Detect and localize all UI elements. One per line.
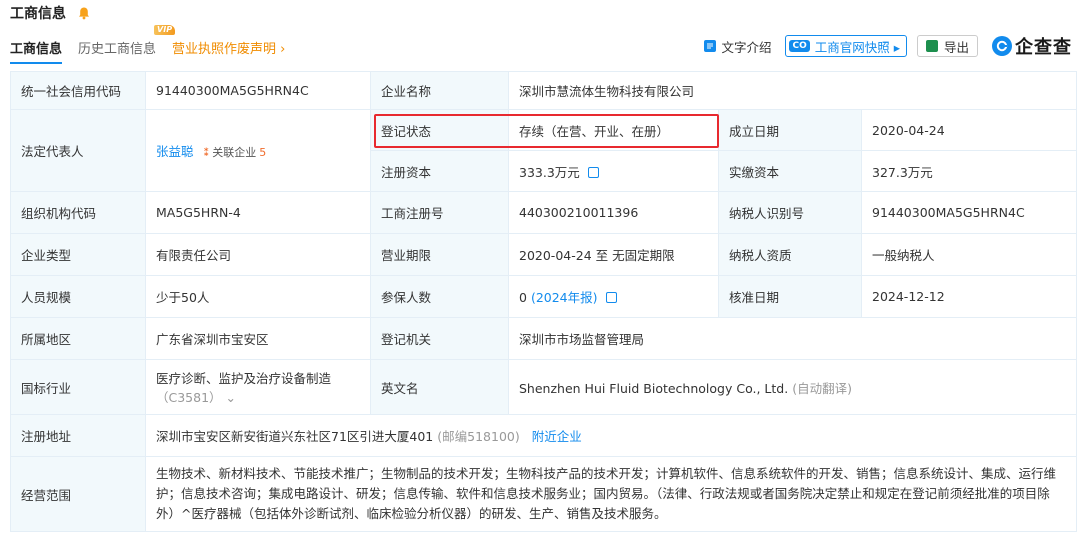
credit-code-label: 统一社会信用代码 [10, 71, 146, 110]
legal-rep-cell: 张益聪 ⁑ 关联企业 5 [145, 109, 371, 192]
export-button[interactable]: 导出 [916, 35, 978, 57]
taxpayer-qual-label: 纳税人资质 [718, 233, 862, 276]
table-row: 国标行业 医疗诊断、监护及治疗设备制造 （C3581） ⌄ 英文名 Shenzhe… [10, 359, 1078, 415]
paid-capital-label: 实缴资本 [718, 150, 862, 192]
industry-value: 医疗诊断、监护及治疗设备制造 [156, 371, 332, 386]
official-snapshot-button[interactable]: CO 工商官网快照 ▸ [785, 35, 907, 57]
reg-status-value: 存续（在营、开业、在册） [508, 109, 719, 151]
nearby-companies-link[interactable]: 附近企业 [532, 429, 582, 444]
approve-date-label: 核准日期 [718, 275, 862, 318]
region-value: 广东省深圳市宝安区 [145, 317, 371, 360]
insured-value: 0 [519, 290, 527, 305]
section-title: 工商信息 [10, 6, 66, 22]
table-row: 法定代表人 张益聪 ⁑ 关联企业 5 登记状态 存续（在营、开业、在册） 成立日期 … [10, 109, 1078, 192]
industry-cell: 医疗诊断、监护及治疗设备制造 （C3581） ⌄ [145, 359, 371, 415]
found-date-value: 2020-04-24 [860, 109, 1078, 151]
tab-license-void-label: 营业执照作废声明 › [172, 41, 286, 57]
org-code-value: MA5G5HRN-4 [145, 191, 371, 234]
legal-rep-label: 法定代表人 [10, 109, 146, 192]
tab-license-void-statement[interactable]: VIP 营业执照作废声明 › [154, 24, 286, 57]
excel-icon [925, 40, 938, 52]
table-row: 企业类型 有限责任公司 营业期限 2020-04-24 至 无固定期限 纳税人资… [10, 233, 1078, 276]
toolbar: 文字介绍 CO 工商官网快照 ▸ 导出 企查查 [690, 34, 1072, 58]
taxpayer-id-label: 纳税人识别号 [718, 191, 862, 234]
approve-date-value: 2024-12-12 [860, 275, 1078, 318]
paid-capital-value: 327.3万元 [860, 150, 1078, 192]
taxpayer-id-value: 91440300MA5G5HRN4C [860, 191, 1078, 234]
staff-size-label: 人员规模 [10, 275, 146, 318]
reg-capital-cell: 333.3万元 [508, 150, 719, 192]
english-name-label: 英文名 [370, 359, 509, 415]
table-row: 组织机构代码 MA5G5HRN-4 工商注册号 440300210011396 … [10, 191, 1078, 234]
reg-capital-label: 注册资本 [370, 150, 509, 192]
bell-icon[interactable] [76, 5, 92, 21]
postcode: (邮编518100) [437, 429, 520, 444]
snapshot-label: 工商官网快照 ▸ [814, 39, 900, 55]
text-intro-button[interactable]: 文字介绍 [704, 37, 771, 56]
scope-value: 生物技术、新材料技术、节能技术推广；生物制品的技术开发；生物科技产品的技术开发；… [144, 456, 1078, 532]
org-code-label: 组织机构代码 [10, 191, 146, 234]
related-label: 关联企业 [212, 146, 257, 159]
chart-icon[interactable] [587, 166, 599, 178]
company-name-label: 企业名称 [370, 71, 509, 110]
section-header: 工商信息 [10, 4, 92, 22]
legal-rep-link[interactable]: 张益聪 [156, 144, 194, 159]
table-row: 人员规模 少于50人 参保人数 0 (2024年报) 核准日期 2024-12-… [10, 275, 1078, 318]
company-type-label: 企业类型 [10, 233, 146, 276]
annual-report-link[interactable]: (2024年报) [531, 290, 598, 305]
english-name-value: Shenzhen Hui Fluid Biotechnology Co., Lt… [519, 380, 789, 396]
chevron-down-icon: ⌄ [225, 390, 237, 405]
network-icon: ⁑ [203, 146, 210, 159]
company-type-value: 有限责任公司 [145, 233, 371, 276]
address-label: 注册地址 [10, 414, 146, 457]
credit-code-value: 91440300MA5G5HRN4C [145, 71, 371, 110]
address-value: 深圳市宝安区新安街道兴东社区71区引进大厦401 [156, 429, 434, 444]
tab-business-info[interactable]: 工商信息 [10, 38, 63, 64]
table-row: 经营范围 生物技术、新材料技术、节能技术推广；生物制品的技术开发；生物科技产品的… [10, 456, 1078, 532]
business-info-table: 统一社会信用代码 91440300MA5G5HRN4C 企业名称 深圳市慧流体生… [10, 71, 1078, 532]
biz-term-label: 营业期限 [370, 233, 509, 276]
industry-label: 国标行业 [10, 359, 146, 415]
found-date-label: 成立日期 [718, 109, 862, 151]
biz-term-value: 2020-04-24 至 无固定期限 [508, 233, 719, 276]
tab-history-business-info[interactable]: 历史工商信息 [78, 38, 156, 57]
insured-label: 参保人数 [370, 275, 509, 318]
staff-size-value: 少于50人 [145, 275, 371, 318]
insured-cell: 0 (2024年报) [508, 275, 719, 318]
chart-icon[interactable] [605, 292, 617, 303]
biz-reg-no-value: 440300210011396 [508, 191, 719, 234]
english-name-cell: Shenzhen Hui Fluid Biotechnology Co., Lt… [507, 359, 1078, 415]
qichacha-logo: 企查查 [992, 33, 1072, 59]
logo-mark-icon [992, 36, 1012, 56]
scope-label: 经营范围 [10, 456, 146, 532]
authority-label: 登记机关 [370, 317, 509, 360]
region-label: 所属地区 [10, 317, 146, 360]
table-row: 注册地址 深圳市宝安区新安街道兴东社区71区引进大厦401 (邮编518100)… [10, 414, 1078, 457]
authority-value: 深圳市市场监督管理局 [507, 317, 1078, 360]
taxpayer-qual-value: 一般纳税人 [860, 233, 1078, 276]
export-label: 导出 [943, 39, 969, 55]
address-cell: 深圳市宝安区新安街道兴东社区71区引进大厦401 (邮编518100) 附近企业 [144, 414, 1078, 457]
company-name-value: 深圳市慧流体生物科技有限公司 [507, 71, 1078, 110]
text-intro-label: 文字介绍 [721, 39, 772, 55]
vip-badge: VIP [154, 24, 176, 35]
reg-status-label: 登记状态 [370, 109, 509, 151]
logo-text: 企查查 [1015, 37, 1072, 58]
snapshot-badge: CO [789, 40, 810, 52]
table-row: 统一社会信用代码 91440300MA5G5HRN4C 企业名称 深圳市慧流体生… [10, 71, 1078, 110]
related-count: 5 [259, 146, 267, 159]
reg-capital-value: 333.3万元 [519, 164, 580, 180]
related-companies-button[interactable]: ⁑ 关联企业 5 [204, 146, 267, 159]
industry-code[interactable]: （C3581） ⌄ [156, 387, 360, 406]
document-icon [704, 40, 717, 52]
tab-bar: 工商信息 历史工商信息 VIP 营业执照作废声明 › [10, 24, 301, 64]
table-row: 所属地区 广东省深圳市宝安区 登记机关 深圳市市场监督管理局 [10, 317, 1078, 360]
biz-reg-no-label: 工商注册号 [370, 191, 509, 234]
auto-translate-note: (自动翻译) [792, 380, 852, 396]
